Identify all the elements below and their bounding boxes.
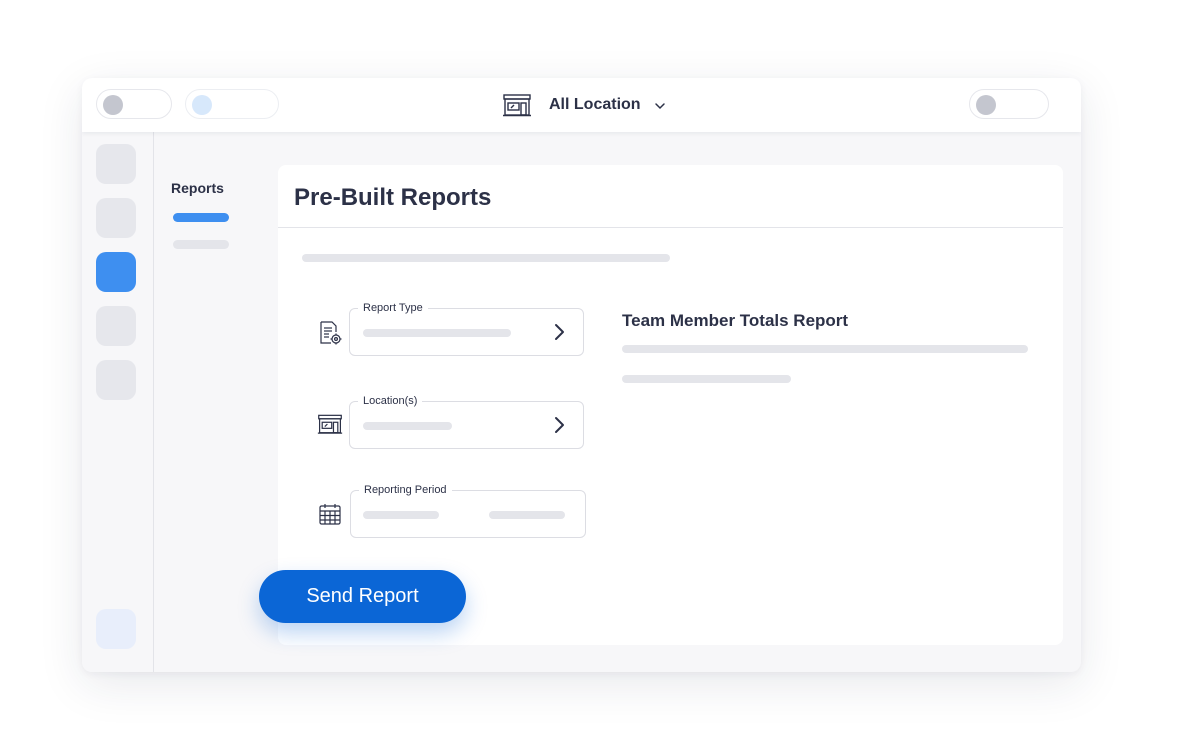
calendar-icon (318, 502, 344, 528)
report-preview-line (622, 375, 791, 383)
sub-nav-item-active[interactable] (173, 213, 229, 222)
locations-field[interactable]: Location(s) (349, 394, 584, 449)
nav-rail-item[interactable] (96, 306, 136, 346)
app-window: All Location Reports Pre-Built Reports R… (82, 78, 1081, 672)
nav-rail-item[interactable] (96, 360, 136, 400)
report-type-value-placeholder (363, 329, 511, 337)
period-start-placeholder[interactable] (363, 511, 439, 519)
description-placeholder (302, 254, 670, 262)
nav-rail (82, 132, 154, 672)
report-type-label: Report Type (358, 301, 428, 315)
toggle-placeholder-secondary[interactable] (185, 89, 279, 119)
location-selector[interactable]: All Location (502, 92, 666, 118)
nav-rail-item[interactable] (96, 144, 136, 184)
report-settings-icon (317, 320, 343, 346)
chevron-right-icon (553, 323, 565, 341)
nav-rail-item[interactable] (96, 198, 136, 238)
locations-label: Location(s) (358, 394, 423, 408)
report-type-field[interactable]: Report Type (349, 301, 584, 356)
nav-rail-item-active[interactable] (96, 252, 136, 292)
report-preview-title: Team Member Totals Report (622, 311, 849, 330)
sub-nav-title: Reports (171, 180, 224, 196)
period-end-placeholder[interactable] (489, 511, 565, 519)
page-title: Pre-Built Reports (294, 184, 492, 211)
divider (278, 227, 1063, 228)
toggle-placeholder-left[interactable] (96, 89, 172, 119)
nav-rail-item-bottom[interactable] (96, 609, 136, 649)
sub-nav-item[interactable] (173, 240, 229, 249)
toggle-knob (103, 95, 123, 115)
storefront-icon (317, 413, 343, 439)
location-label: All Location (549, 96, 641, 113)
locations-value-placeholder (363, 422, 452, 430)
toggle-knob (976, 95, 996, 115)
report-preview-line (622, 345, 1028, 353)
chevron-right-icon (553, 416, 565, 434)
toggle-placeholder-right[interactable] (969, 89, 1049, 119)
toggle-knob (192, 95, 212, 115)
top-bar: All Location (82, 78, 1081, 132)
storefront-icon (502, 93, 532, 117)
send-report-button[interactable]: Send Report (259, 570, 466, 623)
chevron-down-icon (654, 99, 666, 111)
reporting-period-field[interactable]: Reporting Period (350, 483, 586, 538)
reporting-period-label: Reporting Period (359, 483, 452, 497)
